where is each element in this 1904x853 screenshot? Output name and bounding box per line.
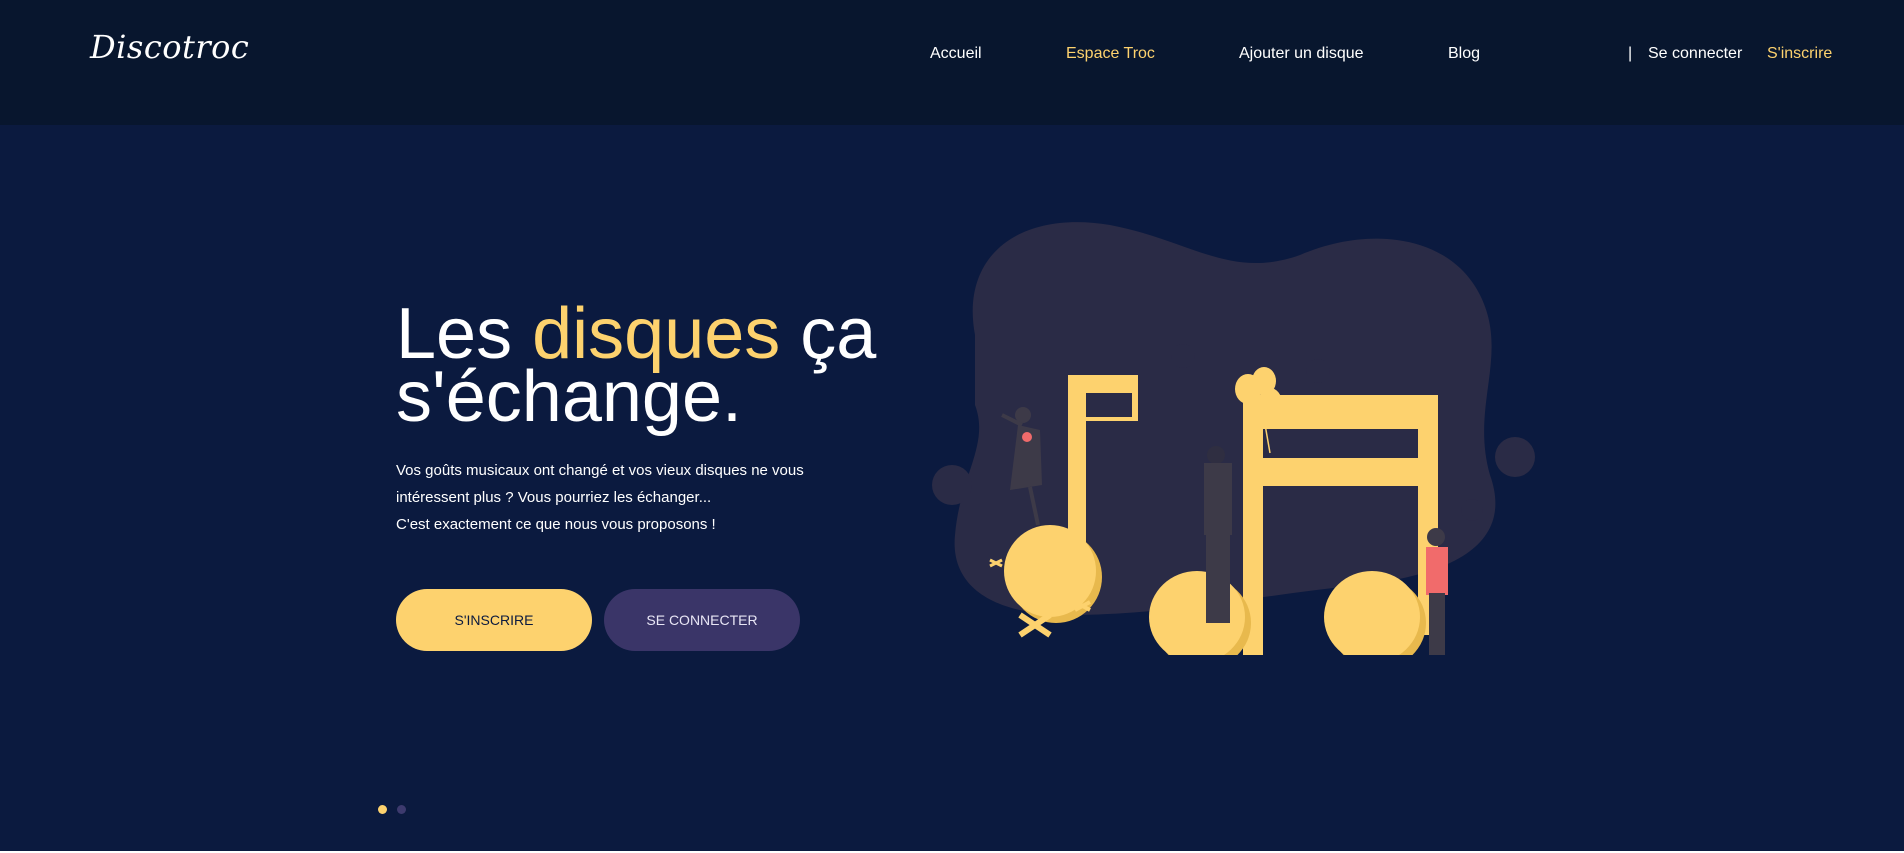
man-legs [1206,533,1230,623]
woman-accent-left [1022,432,1032,442]
nav-espace-troc[interactable]: Espace Troc [1066,45,1155,63]
nav-blog[interactable]: Blog [1448,45,1480,63]
nav-separator: | [1628,45,1633,62]
hero-title-line2: s'échange. [396,357,743,437]
woman-top-right [1426,547,1448,595]
bubble [1495,437,1535,477]
hero-description-line2: intéressent plus ? Vous pourriez les éch… [396,489,712,506]
woman-legs-right [1429,593,1445,655]
signup-button[interactable]: S'INSCRIRE [396,589,592,651]
nav-accueil[interactable]: Accueil [930,45,982,63]
woman-head-right [1427,528,1445,546]
carousel-dot-1[interactable] [378,805,387,814]
bubble [1306,359,1330,383]
bubble [1461,499,1483,521]
login-button[interactable]: SE CONNECTER [604,589,800,651]
login-link[interactable]: Se connecter [1648,45,1742,63]
nav-ajouter-un-disque[interactable]: Ajouter un disque [1239,45,1364,63]
bubble [1171,344,1195,368]
hero-title: Les disques ça s'échange. [396,298,916,433]
balloon [1258,388,1282,418]
top-navigation-bar: Discotroc Accueil Espace Troc Ajouter un… [0,0,1904,125]
bubble [932,465,972,505]
hero-description-line3: C'est exactement ce que nous vous propos… [396,516,716,533]
man-head [1207,446,1225,464]
hero-description-line1: Vos goûts musicaux ont changé et vos vie… [396,462,804,479]
note-beam-gap [1263,429,1418,458]
discotroc-logo[interactable]: Discotroc [90,28,249,66]
man-body [1204,463,1232,535]
note-beam-bottom [1243,458,1438,486]
carousel-dot-2[interactable] [397,805,406,814]
hero-section: Les disques ça s'échange. Vos goûts musi… [0,125,1904,851]
note-head-left [1004,525,1096,617]
hero-title-part2: ça [800,294,877,374]
note-flag-left-shade [1086,393,1132,417]
sparkle [1018,612,1052,638]
hero-description: Vos goûts musicaux ont changé et vos vie… [396,457,836,538]
signup-link[interactable]: S'inscrire [1767,45,1832,63]
music-notes-illustration [932,222,1535,655]
